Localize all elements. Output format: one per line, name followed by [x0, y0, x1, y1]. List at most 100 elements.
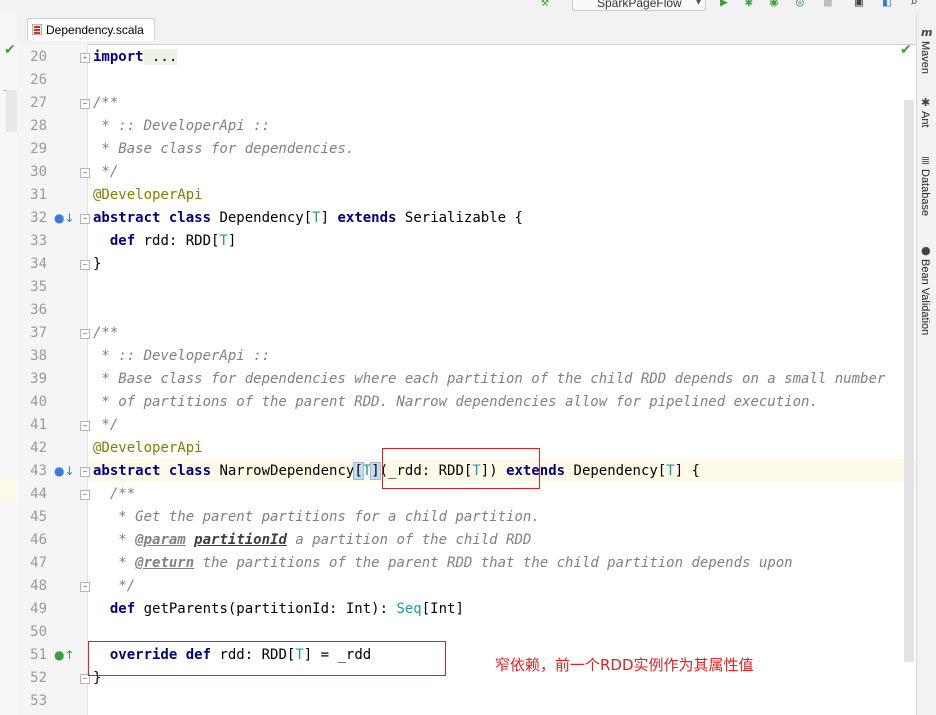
line-number: 50: [30, 624, 47, 640]
line-number: 29: [30, 141, 47, 157]
project-structure-icon[interactable]: ▣: [855, 0, 863, 10]
fold-toggle-icon[interactable]: −: [80, 421, 90, 431]
tab-dependency-scala[interactable]: Dependency.scala: [27, 18, 155, 41]
fold-toggle-icon[interactable]: −: [80, 168, 90, 178]
code-line-37[interactable]: /**: [93, 325, 118, 341]
comment-text: the partitions of the parent RDD that th…: [194, 555, 793, 571]
fold-toggle-icon[interactable]: −: [80, 214, 90, 224]
keyword: extends: [337, 210, 397, 226]
code-text: Dependency[: [565, 463, 667, 479]
code-line-20[interactable]: import ...: [93, 49, 178, 65]
line-number: 28: [30, 118, 47, 134]
code-line-44[interactable]: /**: [93, 486, 135, 502]
code-line-45[interactable]: * Get the parent partitions for a child …: [93, 509, 540, 525]
fold-toggle-icon[interactable]: −: [80, 260, 90, 270]
annotation-box-constructor: [382, 448, 540, 489]
code-line-48[interactable]: */: [93, 578, 135, 594]
code-line-42[interactable]: @DeveloperApi: [93, 440, 203, 456]
line-number: 45: [30, 509, 47, 525]
keyword: def: [109, 601, 136, 617]
doc-param-name: partitionId: [194, 532, 287, 548]
code-text: rdd: RDD[: [135, 233, 220, 249]
line-number: 41: [30, 417, 47, 433]
coverage-icon[interactable]: ◉: [770, 0, 778, 10]
bean-validation-icon: ●: [921, 244, 931, 257]
fold-toggle-icon[interactable]: −: [80, 467, 90, 477]
code-text: Dependency[: [211, 210, 313, 226]
type-parameter: T: [219, 233, 228, 249]
line-number: 30: [30, 164, 47, 180]
line-number: 27: [30, 95, 47, 111]
fold-toggle-icon[interactable]: +: [80, 53, 90, 63]
code-line-32[interactable]: abstract class Dependency[T] extends Ser…: [93, 210, 523, 226]
line-number: 31: [30, 187, 47, 203]
inspection-ok-icon: ✔: [900, 42, 912, 58]
has-implementations-icon[interactable]: ●↓: [54, 211, 75, 225]
line-number: 49: [30, 601, 47, 617]
type-parameter: T: [666, 463, 675, 479]
check-icon: ✔: [4, 42, 16, 58]
line-number: 39: [30, 371, 47, 387]
line-number: 37: [30, 325, 47, 341]
code-line-38[interactable]: * :: DeveloperApi ::: [93, 348, 270, 364]
debug-icon[interactable]: ✱: [745, 0, 753, 10]
line-number: 40: [30, 394, 47, 410]
line-number: 36: [30, 302, 47, 318]
code-line-27[interactable]: /**: [93, 95, 118, 111]
fold-toggle-icon[interactable]: −: [80, 490, 90, 500]
run-icon[interactable]: ▶: [720, 0, 728, 10]
code-line-29[interactable]: * Base class for dependencies.: [93, 141, 354, 157]
annotation-box-rdd-field: [88, 641, 446, 676]
line-number: 20: [30, 49, 47, 65]
bracket-match: [: [353, 462, 364, 480]
line-number: 43: [30, 463, 47, 479]
overrides-method-icon[interactable]: ●↑: [54, 648, 75, 662]
fold-toggle-icon[interactable]: −: [80, 582, 90, 592]
scala-file-icon: [32, 24, 42, 35]
run-configuration-dropdown[interactable]: SparkPageFlow ▾: [572, 0, 706, 11]
fold-toggle-icon[interactable]: −: [80, 99, 90, 109]
code-text: Serializable {: [396, 210, 523, 226]
code-line-30[interactable]: */: [93, 164, 118, 180]
comment-text: */: [109, 578, 136, 594]
line-number: 38: [30, 348, 47, 364]
annotation-note: 窄依赖，前一个RDD实例作为其属性值: [495, 656, 754, 674]
code-line-41[interactable]: */: [93, 417, 118, 433]
code-line-33[interactable]: def rdd: RDD[T]: [93, 233, 236, 249]
folded-imports[interactable]: ...: [143, 49, 178, 65]
code-text: ]: [320, 210, 338, 226]
scroll-thumb: [6, 90, 17, 132]
type-name: Seq: [396, 601, 422, 617]
comment-text: * Get the parent partitions for a child …: [109, 509, 540, 525]
database-icon: ≣: [921, 154, 931, 167]
doc-tag: @return: [135, 555, 195, 571]
code-line-39[interactable]: * Base class for dependencies where each…: [93, 371, 885, 387]
code-line-47[interactable]: * @return the partitions of the parent R…: [93, 555, 793, 571]
fold-toggle-icon[interactable]: −: [80, 329, 90, 339]
layout-icon[interactable]: ◧: [883, 0, 891, 10]
editor-scrollbar[interactable]: [904, 100, 914, 662]
code-text: [Int]: [421, 601, 464, 617]
line-number: 26: [30, 72, 47, 88]
stop-icon[interactable]: ■: [824, 0, 832, 10]
code-line-40[interactable]: * of partitions of the parent RDD. Narro…: [93, 394, 817, 410]
editor-tab-bar: Dependency.scala: [17, 14, 916, 45]
ant-icon: ✱: [921, 96, 931, 109]
code-line-34[interactable]: }: [93, 256, 101, 272]
code-line-46[interactable]: * @param partitionId a partition of the …: [93, 532, 531, 548]
code-text: NarrowDependency: [211, 463, 355, 479]
tool-label: Bean Validation: [919, 259, 931, 336]
tab-label: Dependency.scala: [46, 23, 144, 37]
keyword: def: [109, 233, 136, 249]
search-everywhere-icon[interactable]: ⌕: [910, 0, 918, 10]
doc-tag: @param: [135, 532, 186, 548]
has-implementations-icon[interactable]: ●↓: [54, 464, 75, 478]
code-line-49[interactable]: def getParents(partitionId: Int): Seq[In…: [93, 601, 464, 617]
chevron-down-icon: ▾: [695, 0, 701, 8]
code-line-31[interactable]: @DeveloperApi: [93, 187, 203, 203]
type-parameter: T: [312, 210, 321, 226]
line-number: 42: [30, 440, 47, 456]
code-line-28[interactable]: * :: DeveloperApi ::: [93, 118, 270, 134]
profile-icon[interactable]: ◎: [796, 0, 804, 10]
build-hammer-icon[interactable]: ⚒: [541, 0, 549, 10]
